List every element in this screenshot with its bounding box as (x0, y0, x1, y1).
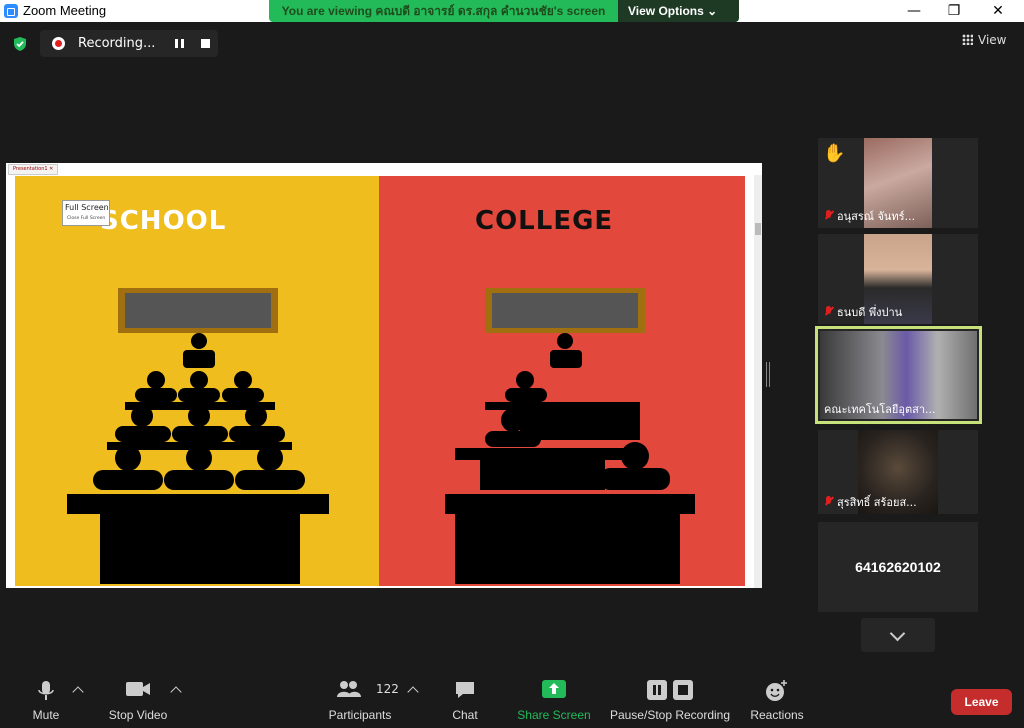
share-screen-icon (542, 680, 566, 698)
reactions-button[interactable]: Reactions (748, 668, 806, 728)
view-button-label: View (978, 33, 1007, 47)
recording-indicator: Recording... (40, 30, 218, 57)
participant-tile-no-video[interactable]: 64162620102 (818, 522, 978, 612)
reactions-label: Reactions (750, 708, 804, 722)
participants-label: Participants (328, 708, 392, 722)
share-screen-label: Share Screen (517, 708, 591, 722)
view-options-button[interactable]: View Options ⌄ (618, 0, 739, 22)
muted-mic-icon (824, 496, 833, 507)
participant-tile[interactable]: สุรสิทธิ์ สร้อยส... (818, 430, 978, 514)
share-screen-button[interactable]: Share Screen (514, 668, 594, 728)
full-screen-label[interactable]: Full Screen (65, 203, 109, 212)
microphone-icon (38, 681, 54, 700)
scroll-down-button[interactable] (861, 618, 935, 652)
participants-icon (337, 681, 362, 697)
recording-dot-icon (52, 37, 65, 50)
screen-share-banner: You are viewing คณบดี อาจารย์ ดร.สกุล คำ… (269, 0, 739, 22)
chat-icon (456, 682, 474, 698)
participants-button[interactable]: 122 Participants (326, 668, 399, 728)
participants-options-chevron-icon[interactable] (407, 686, 419, 698)
participant-name-text: คณะเทคโนโลยีอุตสา... (824, 403, 936, 416)
pause-stop-recording-label: Pause/Stop Recording (609, 708, 731, 722)
video-options-chevron-icon[interactable] (170, 686, 182, 698)
audio-options-chevron-icon[interactable] (72, 686, 84, 698)
recording-label: Recording... (78, 36, 156, 51)
stop-video-button[interactable]: Stop Video (104, 668, 172, 728)
participant-name-text: 64162620102 (855, 559, 941, 575)
participant-name-text: สุรสิทธิ์ สร้อยส... (837, 496, 917, 509)
mute-button[interactable]: Mute (18, 668, 74, 728)
mute-label: Mute (32, 708, 60, 722)
video-camera-icon (126, 682, 150, 696)
view-button[interactable]: View (962, 33, 1006, 53)
window-title: Zoom Meeting (23, 3, 107, 18)
recording-controls-icon (647, 680, 693, 700)
panel-resize-handle[interactable] (766, 362, 770, 387)
reactions-smiley-icon (766, 680, 787, 701)
participant-name: สุรสิทธิ์ สร้อยส... (824, 493, 917, 511)
raised-hand-icon: ✋ (823, 143, 846, 164)
vertical-scrollbar[interactable] (754, 175, 762, 588)
muted-mic-icon (824, 306, 833, 317)
pause-stop-recording-button[interactable]: Pause/Stop Recording (608, 668, 732, 728)
slide: SCHOOL COLLEGE Full Screen Close Full Sc… (15, 176, 753, 586)
participant-name: อนุสรณ์ จันทร์... (824, 207, 915, 225)
full-screen-popup[interactable]: Full Screen Close Full Screen (62, 200, 110, 226)
participant-name: ธนบดี พึ่งปาน (824, 303, 902, 321)
security-shield-icon[interactable] (12, 36, 28, 52)
chat-label: Chat (452, 708, 478, 722)
participant-name-text: ธนบดี พึ่งปาน (837, 306, 903, 319)
muted-mic-icon (824, 210, 833, 221)
participant-name: คณะเทคโนโลยีอุตสา... (824, 400, 936, 418)
scrollbar-thumb[interactable] (755, 223, 761, 235)
stop-recording-icon[interactable] (201, 39, 210, 48)
stop-video-label: Stop Video (108, 708, 168, 722)
maximize-button[interactable]: ❐ (932, 0, 976, 22)
participant-tile[interactable]: ธนบดี พึ่งปาน (818, 234, 978, 324)
minimize-button[interactable]: — (892, 0, 936, 22)
close-full-screen-label[interactable]: Close Full Screen (67, 216, 105, 221)
share-banner-message: You are viewing คณบดี อาจารย์ ดร.สกุล คำ… (281, 4, 606, 18)
pause-recording-icon[interactable] (175, 39, 184, 48)
grid-icon (962, 34, 973, 45)
presentation-tab: Presentation1 ✕ (8, 164, 59, 175)
participant-count-badge: 122 (376, 682, 399, 696)
participant-tile[interactable]: ✋ อนุสรณ์ จันทร์... (818, 138, 978, 228)
shared-screen: Presentation1 ✕ SCHOOL COLLEGE Full Scre… (6, 163, 762, 588)
zoom-app-icon (4, 4, 18, 18)
participant-tile-active-speaker[interactable]: คณะเทคโนโลยีอุตสา... (815, 326, 982, 424)
classroom-illustration (67, 288, 695, 584)
leave-meeting-button[interactable]: Leave (951, 689, 1012, 715)
participant-name-text: อนุสรณ์ จันทร์... (837, 210, 916, 223)
meeting-toolbar: Mute Stop Video 122 Participants Chat Sh… (0, 668, 1024, 728)
close-button[interactable]: ✕ (976, 0, 1020, 22)
chat-button[interactable]: Chat (440, 668, 490, 728)
